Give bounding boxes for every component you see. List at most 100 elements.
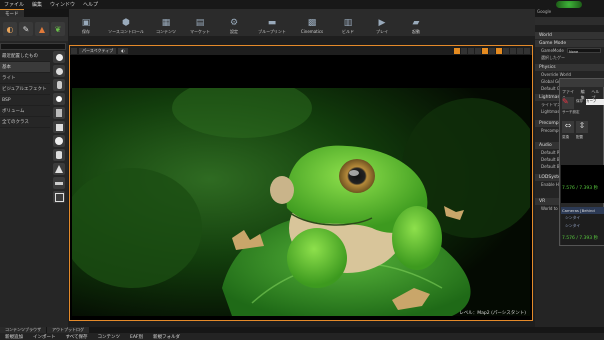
list-item[interactable]: シンタイ (561, 222, 604, 230)
box-trigger-icon[interactable] (53, 191, 65, 203)
scale-tool-icon[interactable] (468, 47, 474, 54)
cube-icon[interactable] (53, 121, 65, 133)
section-game-mode[interactable]: Game Mode (535, 40, 604, 47)
category-item[interactable]: ライト (0, 73, 50, 84)
import-button[interactable]: インポート (28, 334, 61, 340)
save-button[interactable]: ▣ 保存 (69, 17, 103, 35)
category-list: 最近配置したもの 基本 ライト ビジュアルエフェクト BSP ボリューム 全ての… (0, 51, 50, 128)
build-button[interactable]: ▥ ビルド (331, 17, 365, 35)
lit-button[interactable]: ◐ (118, 47, 128, 54)
marketplace-button[interactable]: ▤ マーケット (183, 17, 217, 35)
menu-file[interactable]: ファイル (0, 1, 28, 8)
menu-window[interactable]: ウィンドウ (46, 1, 79, 8)
launch-button[interactable]: ▰ 起動 (399, 17, 433, 35)
point-light-icon[interactable] (53, 93, 65, 105)
category-item[interactable]: 全てのクラス (0, 117, 50, 128)
row-label: Override World (541, 72, 572, 77)
mode-selector: ◐ ✎ ▲ ❦ (0, 17, 68, 41)
category-item[interactable]: 基本 (0, 62, 50, 73)
save-label[interactable]: 保存 (576, 99, 583, 104)
blueprint-icon: ▬ (267, 17, 277, 28)
cone-icon[interactable] (53, 163, 65, 175)
landscape-mode-icon[interactable]: ▲ (35, 22, 49, 36)
blueprint-button[interactable]: ▬ ブループリント (251, 17, 293, 35)
place-icon[interactable]: ⇕ (576, 121, 588, 133)
content-icon: ▦ (161, 17, 171, 28)
cylinder-icon[interactable] (53, 149, 65, 161)
content-button[interactable]: ▦ コンテンツ (149, 17, 183, 35)
empty-actor-icon[interactable] (53, 51, 65, 63)
save-all-button[interactable]: すべて保存 (61, 334, 93, 340)
status-indicator-icon (556, 1, 582, 8)
right-top-label: Google (537, 9, 552, 14)
scale-snap-icon[interactable] (510, 47, 516, 54)
build-icon: ▥ (343, 17, 353, 28)
level-viewport[interactable]: パースペクティブ ◐ レベル：Map2 (パーシスタント) (69, 45, 533, 321)
add-new-button[interactable]: 新規追加 (0, 334, 28, 340)
right-top-bar: Google (535, 9, 604, 17)
breadcrumb-folder[interactable]: EAF別 (125, 334, 148, 340)
place-mode-icon[interactable]: ◐ (3, 22, 17, 36)
level-caption: レベル：Map2 (パーシスタント) (459, 311, 526, 316)
breadcrumb-new-folder[interactable]: 新規フォルダ (148, 334, 185, 340)
game-mode-field[interactable]: None (567, 48, 601, 54)
place-label: 配置 (576, 135, 583, 139)
details-tab[interactable] (535, 17, 604, 25)
source-control-button[interactable]: ⬢ ソースコントロール (103, 17, 149, 35)
rotate-tool-icon[interactable] (461, 47, 467, 54)
source-control-icon: ⬢ (122, 17, 130, 28)
viewport-toolbar: パースペクティブ ◐ (70, 46, 532, 55)
main-toolbar: ▣ 保存 ⬢ ソースコントロール ▦ コンテンツ ▤ マーケット ⚙ 設定 ▬ ブループリン… (69, 9, 535, 36)
menu-edit[interactable]: 編集 (28, 1, 46, 8)
window-title-bar[interactable] (560, 79, 604, 87)
floating-editor-window: ファイル 編集 ヘルプ ✎ サーチ設定 保存 カーブ ⇔ ⇕ 変換 配置 7.5… (559, 78, 604, 246)
sphere-icon[interactable] (53, 135, 65, 147)
convert-icon[interactable]: ⇔ (562, 121, 574, 133)
player-start-icon[interactable] (53, 107, 65, 119)
perspective-button[interactable]: パースペクティブ (79, 47, 117, 54)
camera-speed-icon[interactable] (517, 47, 523, 54)
rotation-size-icon[interactable] (503, 47, 509, 54)
cinematics-button[interactable]: ▩ Cinematics (293, 17, 331, 35)
category-item[interactable]: 最近配置したもの (0, 51, 50, 62)
scene-render (72, 88, 530, 316)
menu-bar: ファイル 編集 ウィンドウ ヘルプ (0, 0, 604, 9)
save-icon: ▣ (81, 17, 91, 28)
menu-help[interactable]: ヘルプ (79, 1, 102, 8)
stat-readout: 7.576 / 7.393 秒 (562, 186, 599, 191)
camera-header[interactable]: Cameras [Behind (561, 207, 604, 214)
settings-button[interactable]: ⚙ 設定 (217, 17, 251, 35)
paint-mode-icon[interactable]: ✎ (19, 22, 33, 36)
category-item[interactable]: ビジュアルエフェクト (0, 84, 50, 95)
row-label: 選択したゲー (541, 54, 565, 60)
plane-icon[interactable] (53, 177, 65, 189)
viewport-options-icon[interactable] (71, 47, 77, 54)
brush-icon[interactable]: ✎ (562, 97, 574, 109)
settings-icon: ⚙ (229, 17, 239, 28)
breadcrumb-content[interactable]: コンテンツ (93, 334, 126, 340)
stat-readout: 7.576 / 7.393 秒 (562, 236, 599, 241)
search-input[interactable] (0, 43, 66, 50)
curve-field[interactable]: カーブ (586, 99, 604, 105)
world-space-icon[interactable] (475, 47, 481, 54)
translate-tool-icon[interactable] (454, 47, 460, 54)
modes-panel: ◐ ✎ ▲ ❦ 最近配置したもの 基本 ライト ビジュアルエフェクト BSP ボ… (0, 17, 68, 327)
list-item[interactable]: シンタイ (561, 214, 604, 222)
content-browser-toolbar: 新規追加 インポート すべて保存 コンテンツ EAF別 新規フォルダ (0, 333, 604, 340)
play-button[interactable]: ▶ プレイ (365, 17, 399, 35)
section-physics[interactable]: Physics (535, 64, 604, 71)
section-world[interactable]: World (535, 32, 604, 39)
empty-pawn-icon[interactable] (53, 65, 65, 77)
search-settings-label[interactable]: サーチ設定 (562, 110, 580, 115)
cinematics-icon: ▩ (307, 17, 317, 28)
category-item[interactable]: ボリューム (0, 106, 50, 117)
play-icon: ▶ (378, 17, 386, 28)
grid-snap-icon[interactable] (482, 47, 488, 54)
rotation-snap-icon[interactable] (496, 47, 502, 54)
category-item[interactable]: BSP (0, 95, 50, 106)
maximize-icon[interactable] (524, 47, 530, 54)
grid-size-icon[interactable] (489, 47, 495, 54)
foliage-mode-icon[interactable]: ❦ (51, 22, 65, 36)
marketplace-icon: ▤ (195, 17, 205, 28)
character-icon[interactable] (53, 79, 65, 91)
